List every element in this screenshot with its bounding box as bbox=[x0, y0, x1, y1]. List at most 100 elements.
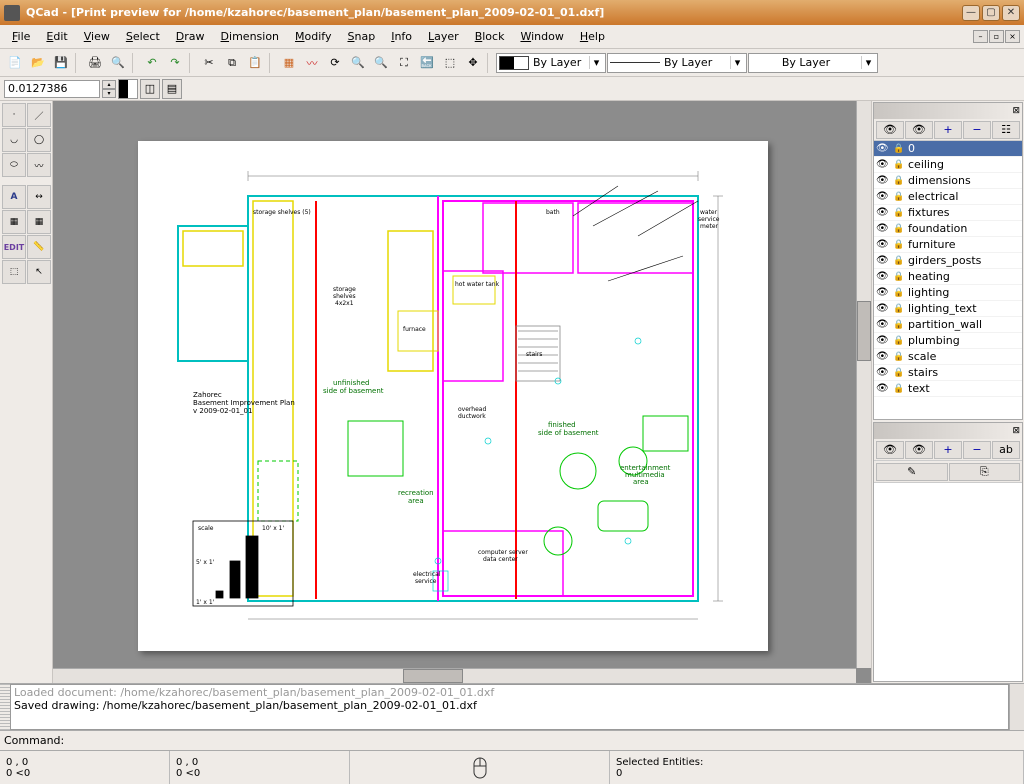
tool-block-insert[interactable]: ⬚ bbox=[2, 260, 26, 284]
lock-icon[interactable]: 🔒 bbox=[893, 192, 905, 202]
zoom-out-icon[interactable]: 🔍 bbox=[370, 52, 392, 74]
panel-close-icon[interactable]: ⊠ bbox=[1012, 106, 1020, 116]
block-show-all[interactable]: 👁 bbox=[876, 441, 904, 459]
tool-info[interactable]: 📏 bbox=[27, 235, 51, 259]
lock-icon[interactable]: 🔒 bbox=[893, 320, 905, 330]
lock-icon[interactable]: 🔒 bbox=[893, 224, 905, 234]
zoom-in-icon[interactable]: 🔍 bbox=[347, 52, 369, 74]
tool-line[interactable]: ／ bbox=[27, 103, 51, 127]
mdi-minimize[interactable]: – bbox=[973, 30, 988, 43]
layer-add[interactable]: + bbox=[934, 121, 962, 139]
layer-row[interactable]: 👁🔒ceiling bbox=[874, 157, 1022, 173]
tool-point[interactable]: · bbox=[2, 103, 26, 127]
eye-icon[interactable]: 👁 bbox=[876, 271, 890, 282]
layer-row[interactable]: 👁🔒lighting_text bbox=[874, 301, 1022, 317]
dock-grip[interactable] bbox=[0, 684, 10, 730]
minimize-button[interactable]: — bbox=[962, 5, 980, 21]
lock-icon[interactable]: 🔒 bbox=[893, 160, 905, 170]
layer-list[interactable]: 👁🔒0👁🔒ceiling👁🔒dimensions👁🔒electrical👁🔒fi… bbox=[874, 141, 1022, 419]
tool-text[interactable]: A bbox=[2, 185, 26, 209]
eye-icon[interactable]: 👁 bbox=[876, 223, 890, 234]
scale-input[interactable] bbox=[4, 80, 100, 98]
eye-icon[interactable]: 👁 bbox=[876, 319, 890, 330]
zoom-prev-icon[interactable]: 🔙 bbox=[416, 52, 438, 74]
fit-page-icon[interactable]: ▤ bbox=[162, 79, 182, 99]
undo-icon[interactable]: ↶ bbox=[141, 52, 163, 74]
lock-icon[interactable]: 🔒 bbox=[893, 272, 905, 282]
layer-row[interactable]: 👁🔒stairs bbox=[874, 365, 1022, 381]
vertical-scrollbar[interactable] bbox=[856, 101, 871, 668]
layer-row[interactable]: 👁🔒heating bbox=[874, 269, 1022, 285]
redo-icon[interactable]: ↷ bbox=[164, 52, 186, 74]
menu-modify[interactable]: Modify bbox=[287, 27, 339, 46]
lock-icon[interactable]: 🔒 bbox=[893, 352, 905, 362]
close-button[interactable]: ✕ bbox=[1002, 5, 1020, 21]
scale-down[interactable]: ▾ bbox=[102, 89, 116, 98]
paste-icon[interactable]: 📋 bbox=[244, 52, 266, 74]
menu-select[interactable]: Select bbox=[118, 27, 168, 46]
layer-row[interactable]: 👁🔒plumbing bbox=[874, 333, 1022, 349]
menu-draw[interactable]: Draw bbox=[168, 27, 213, 46]
pan-icon[interactable]: ✥ bbox=[462, 52, 484, 74]
lock-icon[interactable]: 🔒 bbox=[893, 368, 905, 378]
lock-icon[interactable]: 🔒 bbox=[893, 240, 905, 250]
block-rename[interactable]: ab bbox=[992, 441, 1020, 459]
lock-icon[interactable]: 🔒 bbox=[893, 304, 905, 314]
menu-edit[interactable]: Edit bbox=[38, 27, 75, 46]
layer-hide-all[interactable]: 👁 bbox=[905, 121, 933, 139]
lock-icon[interactable]: 🔒 bbox=[893, 144, 905, 154]
color-selector[interactable]: By Layer ▾ bbox=[496, 53, 606, 73]
bw-toggle-icon[interactable] bbox=[118, 79, 138, 99]
layer-row[interactable]: 👁🔒fixtures bbox=[874, 205, 1022, 221]
tool-edit[interactable]: EDIT bbox=[2, 235, 26, 259]
drawing-canvas[interactable]: Zahorec Basement Improvement Plan v 2009… bbox=[53, 101, 871, 683]
eye-icon[interactable]: 👁 bbox=[876, 191, 890, 202]
tool-select[interactable]: ↖ bbox=[27, 260, 51, 284]
menu-snap[interactable]: Snap bbox=[340, 27, 384, 46]
layer-row[interactable]: 👁🔒lighting bbox=[874, 285, 1022, 301]
command-input[interactable] bbox=[68, 734, 1020, 747]
layer-row[interactable]: 👁🔒scale bbox=[874, 349, 1022, 365]
cut-icon[interactable]: ✂ bbox=[198, 52, 220, 74]
tool-dimension[interactable]: ↔ bbox=[27, 185, 51, 209]
command-log[interactable]: Loaded document: /home/kzahorec/basement… bbox=[10, 684, 1009, 730]
layer-row[interactable]: 👁🔒foundation bbox=[874, 221, 1022, 237]
draft-icon[interactable]: 〰 bbox=[301, 52, 323, 74]
eye-icon[interactable]: 👁 bbox=[876, 351, 890, 362]
block-list[interactable] bbox=[874, 483, 1022, 681]
eye-icon[interactable]: 👁 bbox=[876, 383, 890, 394]
tool-image[interactable]: ▦ bbox=[27, 210, 51, 234]
eye-icon[interactable]: 👁 bbox=[876, 207, 890, 218]
menu-dimension[interactable]: Dimension bbox=[213, 27, 287, 46]
open-file-icon[interactable]: 📂 bbox=[27, 52, 49, 74]
layer-row[interactable]: 👁🔒furniture bbox=[874, 237, 1022, 253]
eye-icon[interactable]: 👁 bbox=[876, 367, 890, 378]
eye-icon[interactable]: 👁 bbox=[876, 175, 890, 186]
log-scrollbar[interactable] bbox=[1009, 684, 1024, 730]
tool-ellipse[interactable]: ⬭ bbox=[2, 153, 26, 177]
menu-layer[interactable]: Layer bbox=[420, 27, 467, 46]
lock-icon[interactable]: 🔒 bbox=[893, 208, 905, 218]
eye-icon[interactable]: 👁 bbox=[876, 159, 890, 170]
menu-view[interactable]: View bbox=[76, 27, 118, 46]
linetype-selector[interactable]: By Layer ▾ bbox=[748, 53, 878, 73]
maximize-button[interactable]: ▢ bbox=[982, 5, 1000, 21]
block-add[interactable]: + bbox=[934, 441, 962, 459]
lock-icon[interactable]: 🔒 bbox=[893, 288, 905, 298]
grid-toggle-icon[interactable]: ▦ bbox=[278, 52, 300, 74]
menu-file[interactable]: File bbox=[4, 27, 38, 46]
lineweight-selector[interactable]: By Layer ▾ bbox=[607, 53, 747, 73]
block-remove[interactable]: − bbox=[963, 441, 991, 459]
layer-row[interactable]: 👁🔒partition_wall bbox=[874, 317, 1022, 333]
layer-remove[interactable]: − bbox=[963, 121, 991, 139]
lock-icon[interactable]: 🔒 bbox=[893, 336, 905, 346]
save-file-icon[interactable]: 💾 bbox=[50, 52, 72, 74]
tool-hatch[interactable]: ▦ bbox=[2, 210, 26, 234]
zoom-window-icon[interactable]: ⬚ bbox=[439, 52, 461, 74]
menu-block[interactable]: Block bbox=[467, 27, 513, 46]
layer-row[interactable]: 👁🔒electrical bbox=[874, 189, 1022, 205]
print-icon[interactable]: 🖨 bbox=[84, 52, 106, 74]
layer-row[interactable]: 👁🔒dimensions bbox=[874, 173, 1022, 189]
layer-edit[interactable]: ☷ bbox=[992, 121, 1020, 139]
panel-close-icon[interactable]: ⊠ bbox=[1012, 426, 1020, 436]
